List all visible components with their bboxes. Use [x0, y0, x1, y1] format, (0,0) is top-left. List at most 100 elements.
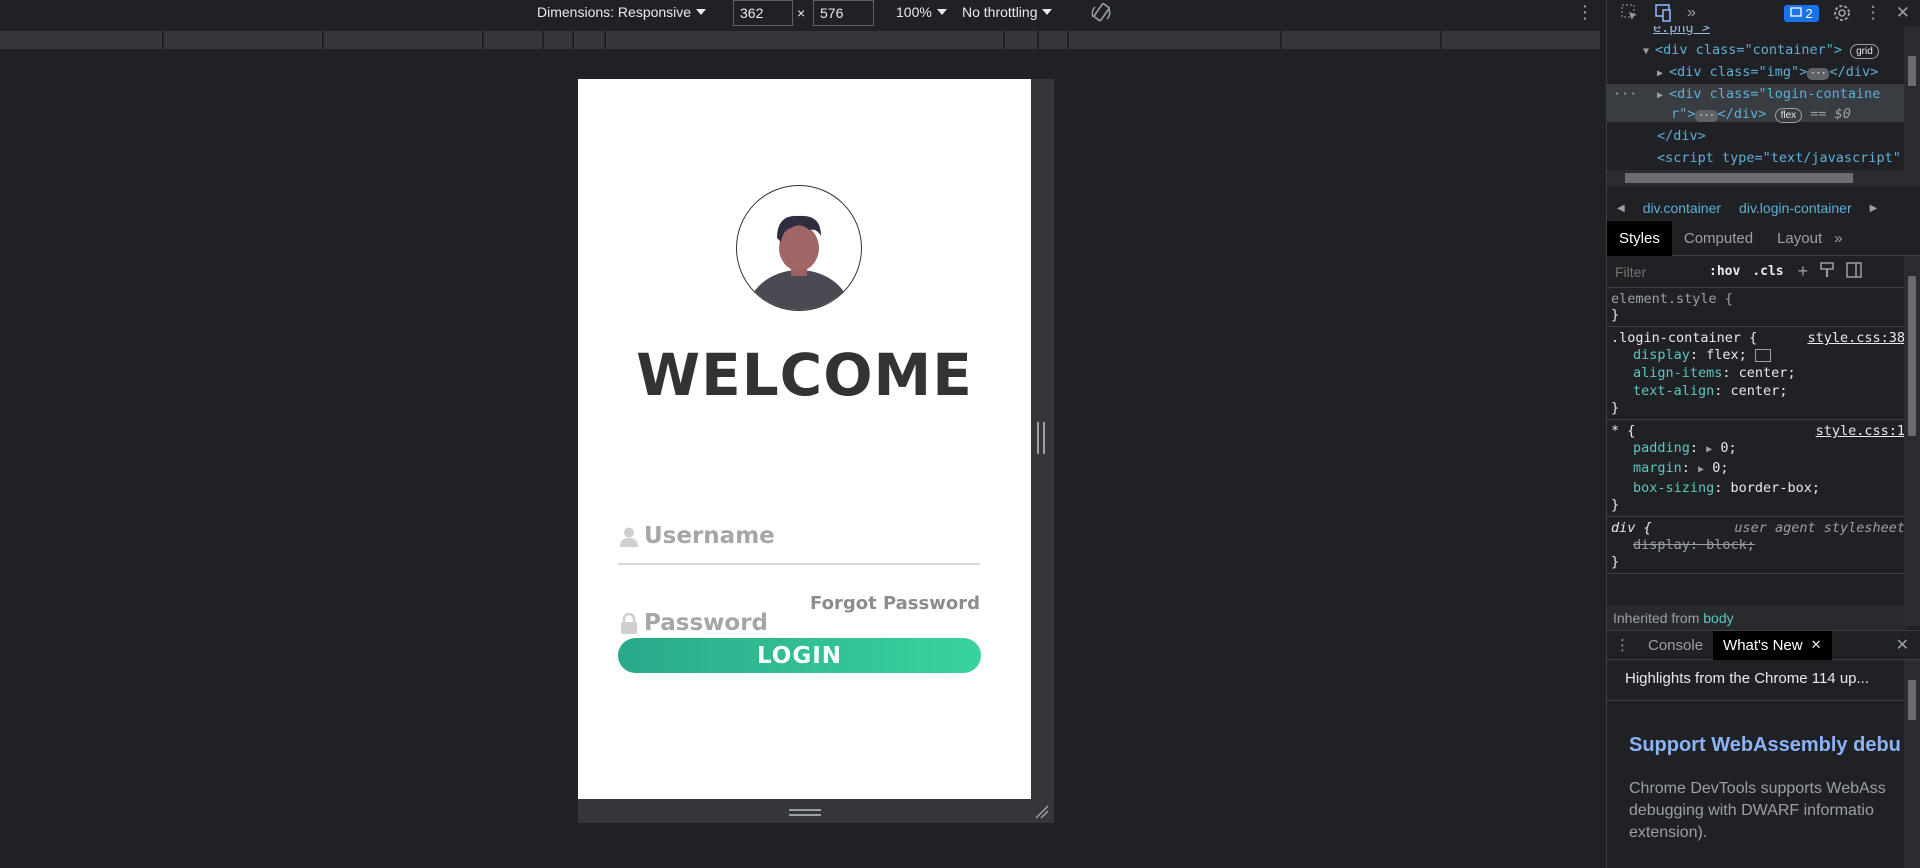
node-actions-icon[interactable]: ···: [1613, 86, 1637, 102]
inherited-label: Inherited from: [1613, 610, 1700, 626]
inherited-from-header: Inherited from body: [1607, 606, 1905, 630]
rule-universal: * { style.css:1 padding: ▶ 0; margin: ▶ …: [1607, 420, 1905, 517]
rule-close: }: [1611, 554, 1620, 570]
drawer-scrollbar[interactable]: [1904, 660, 1920, 868]
declaration[interactable]: text-align: center;: [1611, 382, 1901, 400]
chevron-down-icon: [936, 9, 947, 15]
paint-brush-icon[interactable]: [1820, 262, 1834, 281]
times-label: ×: [797, 5, 806, 21]
device-toolbar: Dimensions: Responsive × 100% No throttl…: [0, 0, 1606, 28]
highlights-header[interactable]: Highlights from the Chrome 114 up...: [1607, 660, 1905, 701]
declaration[interactable]: display: flex;: [1611, 346, 1901, 364]
width-input[interactable]: [733, 0, 793, 26]
ua-stylesheet-label: user agent stylesheet: [1734, 520, 1905, 536]
rule-close: }: [1611, 497, 1620, 513]
chevron-down-icon: [696, 9, 707, 15]
tree-line-img[interactable]: ▶ <div class="img"> ··· </div>: [1657, 64, 1878, 80]
username-input[interactable]: [642, 517, 976, 555]
issues-badge[interactable]: 2: [1783, 4, 1819, 22]
sidebar-toggle-icon[interactable]: [1846, 262, 1862, 281]
breadcrumb-login-container[interactable]: div.login-container: [1739, 200, 1852, 216]
rotate-button[interactable]: [1090, 2, 1112, 24]
issues-count: 2: [1805, 5, 1813, 21]
declaration[interactable]: box-sizing: border-box;: [1611, 479, 1901, 497]
corner-resize-handle[interactable]: [1034, 804, 1050, 820]
rule-close: }: [1611, 400, 1620, 416]
flex-badge[interactable]: flex: [1774, 108, 1803, 123]
close-tab-icon[interactable]: ✕: [1811, 637, 1822, 653]
more-tabs-icon[interactable]: »: [1687, 4, 1696, 22]
declaration[interactable]: margin: ▶ 0;: [1611, 459, 1901, 479]
cls-toggle[interactable]: .cls: [1752, 264, 1783, 279]
rule-element-style: element.style { }: [1607, 288, 1905, 327]
tree-line-login-container-cont[interactable]: r"> ··· </div> flex == $0: [1671, 106, 1851, 123]
feature-title[interactable]: Support WebAssembly debu: [1629, 734, 1901, 757]
chevron-down-icon: [1042, 9, 1053, 15]
tab-layout[interactable]: Layout: [1765, 221, 1834, 256]
width-resize-handle[interactable]: [1037, 422, 1045, 454]
new-rule-icon[interactable]: +: [1798, 261, 1809, 282]
styles-pane: element.style { } .login-container { sty…: [1607, 288, 1905, 624]
declaration[interactable]: padding: ▶ 0;: [1611, 439, 1901, 459]
source-link[interactable]: style.css:38: [1807, 330, 1905, 346]
forgot-password-link[interactable]: Forgot Password: [810, 593, 980, 614]
grid-badge[interactable]: grid: [1850, 44, 1879, 59]
tab-whats-new-label: What's New: [1723, 636, 1803, 654]
more-tabs-icon[interactable]: »: [1834, 230, 1842, 247]
flex-editor-icon[interactable]: [1754, 348, 1771, 362]
tree-line-close[interactable]: </div>: [1657, 128, 1706, 144]
breadcrumb: ◀ div.container div.login-container ▶: [1607, 194, 1920, 222]
collapsed-ellipsis-icon[interactable]: ···: [1807, 68, 1830, 80]
gear-icon[interactable]: [1833, 4, 1851, 22]
tree-line[interactable]: e.png">: [1653, 26, 1710, 36]
tree-line-script[interactable]: <script type="text/javascript": [1657, 150, 1901, 166]
close-icon[interactable]: ✕: [1896, 3, 1920, 23]
more-options-icon[interactable]: ⋮: [1576, 2, 1594, 23]
rule-div-ua: div { user agent stylesheet display: blo…: [1607, 517, 1905, 574]
chevron-right-icon[interactable]: ▶: [1870, 203, 1878, 214]
breadcrumb-container[interactable]: div.container: [1643, 200, 1721, 216]
styles-scrollbar[interactable]: [1904, 256, 1920, 626]
elements-hscrollbar[interactable]: [1607, 170, 1905, 186]
media-query-bar[interactable]: [0, 29, 1606, 51]
login-page: WELCOME Forgot Password LOGIN: [578, 79, 1031, 799]
tab-console[interactable]: Console: [1638, 631, 1713, 660]
whats-new-panel: Highlights from the Chrome 114 up... Sup…: [1607, 660, 1905, 868]
collapsed-ellipsis-icon[interactable]: ···: [1695, 110, 1718, 122]
tree-line-container[interactable]: ▼ <div class="container"> grid: [1643, 42, 1879, 59]
inherited-element-link[interactable]: body: [1703, 610, 1733, 626]
hov-toggle[interactable]: :hov: [1709, 264, 1740, 279]
styles-tabs: Styles Computed Layout »: [1607, 221, 1920, 256]
username-field[interactable]: [618, 501, 980, 565]
rule-close: }: [1611, 307, 1620, 323]
user-avatar-icon: [747, 215, 851, 310]
tree-line-login-container[interactable]: ▶ <div class="login-containe: [1657, 86, 1880, 102]
close-drawer-icon[interactable]: ✕: [1896, 635, 1920, 655]
source-link[interactable]: style.css:1: [1816, 423, 1905, 439]
lock-icon: [621, 613, 637, 634]
declaration[interactable]: align-items: center;: [1611, 364, 1901, 382]
throttling-dropdown[interactable]: No throttling: [962, 4, 1053, 20]
device-toggle-icon[interactable]: [1653, 4, 1673, 22]
height-input[interactable]: [813, 0, 874, 26]
chevron-left-icon[interactable]: ◀: [1617, 203, 1625, 214]
declaration[interactable]: display: block;: [1611, 536, 1901, 554]
rule-selector[interactable]: element.style {: [1611, 291, 1901, 307]
tab-styles[interactable]: Styles: [1607, 221, 1672, 256]
styles-filter-input[interactable]: [1613, 258, 1697, 285]
more-icon[interactable]: ⋮: [1865, 3, 1882, 23]
avatar: [736, 185, 862, 311]
devtools-top-bar: » 2 ⋮ ✕: [1607, 0, 1920, 26]
tab-computed[interactable]: Computed: [1672, 221, 1765, 256]
throttling-label: No throttling: [962, 4, 1038, 20]
login-button[interactable]: LOGIN: [618, 638, 981, 673]
dimensions-label: Dimensions: Responsive: [537, 4, 692, 20]
zoom-dropdown[interactable]: 100%: [896, 4, 947, 20]
inspect-element-icon[interactable]: [1621, 4, 1639, 22]
tab-whats-new[interactable]: What's New ✕: [1713, 630, 1832, 660]
elements-scrollbar[interactable]: [1904, 26, 1920, 186]
user-icon: [620, 527, 638, 547]
height-resize-handle[interactable]: [789, 809, 821, 816]
drawer-menu-icon[interactable]: ⋮: [1607, 636, 1638, 654]
dimensions-dropdown[interactable]: Dimensions: Responsive: [537, 4, 707, 20]
